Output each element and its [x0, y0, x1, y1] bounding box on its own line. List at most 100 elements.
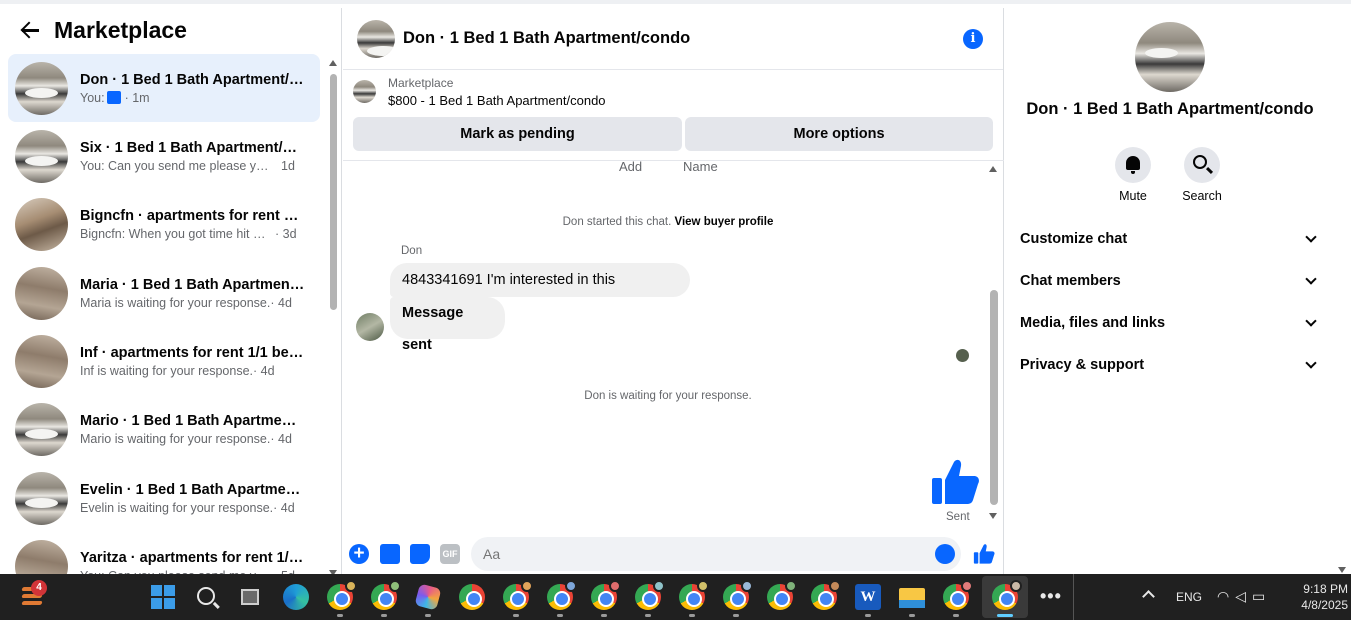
conversation-name: Evelin · 1 Bed 1 Bath Apartment/condo — [80, 481, 305, 498]
chrome-icon[interactable] — [992, 580, 1022, 610]
chrome-icon[interactable] — [679, 580, 709, 610]
wifi-icon[interactable]: ◠ — [1217, 588, 1235, 604]
info-icon[interactable]: i — [963, 29, 983, 49]
volume-icon[interactable]: ◁ — [1235, 588, 1252, 604]
word-icon[interactable]: W — [855, 584, 881, 610]
section-customize-chat[interactable]: Customize chat — [1005, 218, 1335, 260]
profile-avatar[interactable] — [1135, 22, 1205, 92]
sender-name: Don — [401, 245, 423, 257]
task-view-icon[interactable] — [241, 589, 259, 605]
chrome-icon[interactable] — [547, 580, 577, 610]
chrome-icon[interactable] — [723, 580, 753, 610]
thumbs-up-icon — [106, 90, 121, 104]
chrome-icon[interactable] — [371, 580, 401, 610]
conversation-item[interactable]: Bigncfn · apartments for rent 1/1 bed Bi… — [8, 191, 320, 259]
conversation-name: Bigncfn · apartments for rent 1/1 bed — [80, 208, 305, 225]
conversation-time: · 4d — [253, 364, 275, 379]
chrome-icon[interactable] — [635, 580, 665, 610]
chrome-icon[interactable] — [459, 584, 485, 610]
message-input[interactable] — [471, 537, 961, 571]
send-thumbs-up-icon[interactable] — [973, 543, 995, 565]
chat-scrollbar[interactable] — [988, 166, 1000, 526]
avatar — [15, 471, 68, 525]
emoji-icon[interactable] — [935, 544, 955, 564]
edge-icon[interactable] — [283, 584, 309, 610]
chrome-icon[interactable] — [811, 580, 841, 610]
battery-icon[interactable]: ▭ — [1252, 588, 1271, 604]
conversation-item[interactable]: Don · 1 Bed 1 Bath Apartment/condo You: … — [8, 54, 320, 122]
chat-avatar[interactable] — [357, 19, 395, 58]
conversation-snippet: Inf is waiting for your response. — [80, 364, 253, 379]
listing-thumbnail — [353, 80, 376, 103]
conversation-time: · 1m — [124, 90, 150, 105]
message-thread: Add Name Don started this chat. View buy… — [343, 161, 993, 526]
scroll-up-icon[interactable] — [329, 60, 337, 66]
section-media-files-links[interactable]: Media, files and links — [1005, 302, 1335, 344]
chevron-up-icon[interactable] — [1142, 590, 1155, 603]
conversation-item[interactable]: Inf · apartments for rent 1/1 bedroom In… — [8, 328, 320, 396]
chevron-down-icon — [1305, 273, 1317, 285]
scroll-down-icon[interactable] — [989, 513, 997, 519]
scrollbar-thumb[interactable] — [990, 290, 998, 505]
scroll-up-icon[interactable] — [989, 166, 997, 172]
avatar — [15, 61, 68, 115]
waiting-notice: Don is waiting for your response. — [584, 390, 752, 402]
conversation-item[interactable]: Six · 1 Bed 1 Bath Apartment/condo You: … — [8, 122, 320, 190]
language-indicator[interactable]: ENG — [1176, 590, 1202, 604]
conversation-sidebar: Marketplace Don · 1 Bed 1 Bath Apartment… — [0, 8, 342, 578]
listing-label: Marketplace — [388, 76, 454, 90]
file-explorer-icon[interactable] — [899, 588, 925, 608]
message-bubble[interactable]: 4843341691 I'm interested in this apartm… — [390, 263, 690, 322]
avatar — [15, 266, 68, 320]
system-tray-icons[interactable]: ◠◁▭ — [1217, 588, 1271, 605]
sidebar-header: Marketplace — [0, 8, 341, 52]
chrome-icon[interactable] — [327, 580, 357, 610]
section-label: Media, files and links — [1020, 315, 1166, 331]
sidebar-scrollbar[interactable] — [328, 60, 338, 576]
message-bubble[interactable]: Message sent — [390, 297, 505, 353]
search-button[interactable]: Search — [1182, 147, 1222, 203]
widgets-badge: 4 — [31, 580, 47, 596]
mute-label: Mute — [1119, 189, 1147, 203]
conversation-snippet: Mario is waiting for your response. — [80, 432, 271, 447]
conversation-item[interactable]: Yaritza · apartments for rent 1/1 bedroo… — [8, 533, 320, 578]
taskbar-search-icon[interactable] — [197, 587, 215, 605]
conversation-snippet: You: Can you send me please your ... — [80, 158, 275, 173]
chat-started-notice: Don started this chat. View buyer profil… — [343, 216, 993, 228]
start-icon[interactable] — [151, 585, 175, 609]
panel-actions: Mute Search — [1115, 147, 1222, 203]
conversation-item[interactable]: Evelin · 1 Bed 1 Bath Apartment/condo Ev… — [8, 464, 320, 532]
conversation-name: Six · 1 Bed 1 Bath Apartment/condo — [80, 139, 305, 156]
conversation-item[interactable]: Mario · 1 Bed 1 Bath Apartment/condo Mar… — [8, 396, 320, 464]
more-apps-icon[interactable]: ••• — [1040, 586, 1062, 607]
chat-title[interactable]: Don · 1 Bed 1 Bath Apartment/condo — [403, 29, 690, 48]
plus-icon[interactable]: + — [349, 544, 369, 564]
sticker-icon[interactable] — [410, 544, 430, 564]
back-arrow-icon[interactable] — [20, 19, 42, 41]
section-privacy-support[interactable]: Privacy & support — [1005, 344, 1335, 386]
gallery-icon[interactable] — [380, 544, 400, 564]
copilot-icon[interactable] — [414, 583, 442, 611]
scroll-down-icon[interactable] — [1338, 567, 1346, 573]
chrome-icon[interactable] — [767, 580, 797, 610]
section-chat-members[interactable]: Chat members — [1005, 260, 1335, 302]
conversation-item[interactable]: Maria · 1 Bed 1 Bath Apartment/condo Mar… — [8, 259, 320, 327]
conversation-name: Don · 1 Bed 1 Bath Apartment/condo — [80, 71, 305, 88]
listing-price: $800 - 1 Bed 1 Bath Apartment/condo — [388, 93, 606, 108]
scrollbar-thumb[interactable] — [330, 74, 337, 310]
chrome-icon[interactable] — [503, 580, 533, 610]
conversation-name: Mario · 1 Bed 1 Bath Apartment/condo — [80, 413, 305, 430]
view-buyer-profile-link[interactable]: View buyer profile — [675, 216, 774, 228]
chrome-icon[interactable] — [591, 580, 621, 610]
gif-icon[interactable]: GIF — [440, 544, 460, 564]
listing-summary[interactable]: Marketplace $800 - 1 Bed 1 Bath Apartmen… — [353, 76, 606, 108]
mark-pending-button[interactable]: Mark as pending — [353, 117, 682, 151]
chrome-icon[interactable] — [943, 580, 973, 610]
more-options-button[interactable]: More options — [685, 117, 993, 151]
mute-button[interactable]: Mute — [1115, 147, 1151, 203]
clock[interactable]: 9:18 PM 4/8/2025 — [1296, 581, 1348, 613]
sender-avatar[interactable] — [356, 313, 384, 341]
chevron-down-icon — [1305, 357, 1317, 369]
chat-pane: Don · 1 Bed 1 Bath Apartment/condo i Mar… — [343, 8, 1004, 578]
avatar — [15, 129, 68, 183]
